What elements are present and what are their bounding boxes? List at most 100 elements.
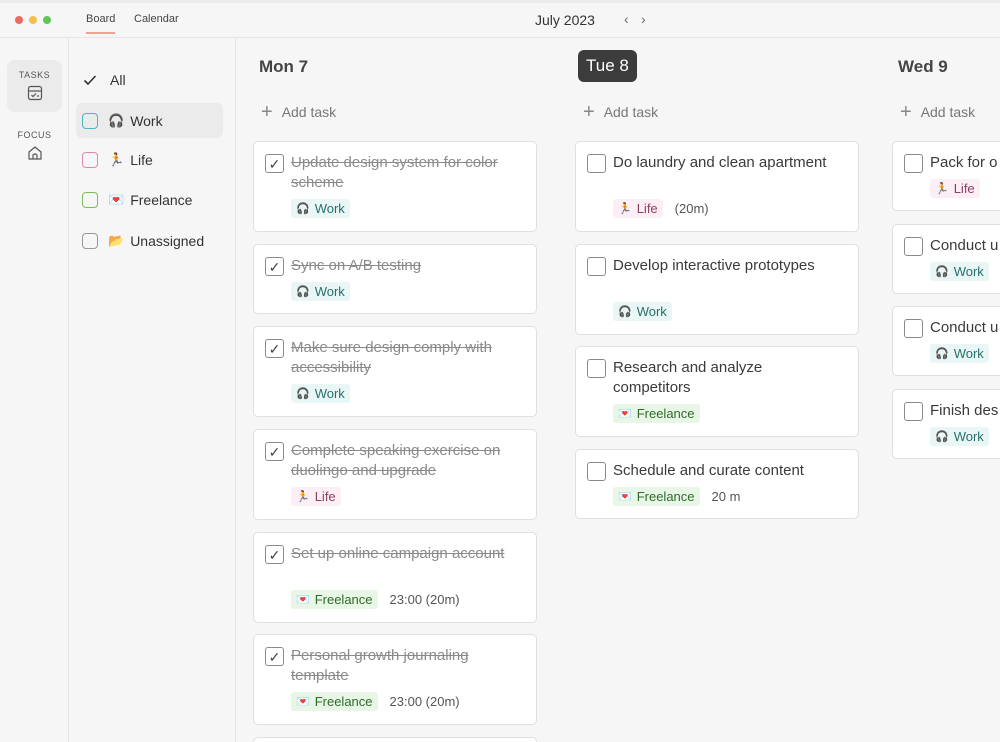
title-bar: Board Calendar July 2023 ‹ › bbox=[0, 0, 1000, 38]
task-checkbox[interactable] bbox=[587, 462, 606, 481]
rail-tasks-label: TASKS bbox=[18, 70, 51, 80]
unassigned-color-box bbox=[82, 232, 98, 249]
category-unassigned[interactable]: 📂 Unassigned bbox=[76, 223, 223, 258]
task-meta: 🏃 Life bbox=[930, 179, 980, 198]
tag-label: Work bbox=[314, 201, 345, 216]
checklist-icon bbox=[27, 85, 42, 101]
maximize-window-button[interactable] bbox=[43, 16, 51, 24]
headphones-icon: 🎧 bbox=[296, 203, 310, 215]
task-time: 20 m bbox=[711, 489, 741, 504]
minimize-window-button[interactable] bbox=[29, 16, 37, 24]
task-checkbox[interactable] bbox=[904, 402, 923, 421]
task-card[interactable]: ✓ Complete speaking exercise on duolingo… bbox=[253, 429, 537, 520]
task-title: Conduct u bbox=[930, 319, 999, 336]
task-meta: 🏃 Life bbox=[291, 487, 341, 506]
task-checkbox[interactable]: ✓ bbox=[265, 545, 284, 564]
task-checkbox[interactable] bbox=[587, 359, 606, 378]
category-life[interactable]: 🏃 Life bbox=[76, 142, 223, 177]
task-time: (20m) bbox=[674, 201, 709, 216]
category-freelance-label: Freelance bbox=[130, 191, 193, 208]
task-title: Pack for o bbox=[930, 154, 998, 171]
task-card[interactable]: Develop interactive prototypes 🎧 Work bbox=[575, 244, 859, 335]
tag-work: 🎧 Work bbox=[930, 262, 989, 281]
tag-work: 🎧 Work bbox=[291, 384, 350, 403]
category-freelance[interactable]: 💌 Freelance bbox=[76, 182, 223, 217]
check-icon bbox=[83, 74, 97, 85]
task-card[interactable]: ✓ Update design system for color scheme … bbox=[253, 141, 537, 232]
love-letter-icon: 💌 bbox=[296, 696, 310, 708]
rail-focus[interactable]: FOCUS bbox=[7, 120, 62, 172]
headphones-icon: 🎧 bbox=[935, 348, 949, 360]
task-title: Develop interactive prototypes bbox=[613, 257, 815, 274]
tag-work: 🎧 Work bbox=[291, 282, 350, 301]
task-meta: 💌 Freelance bbox=[613, 404, 700, 423]
task-title: Do laundry and clean apartment bbox=[613, 154, 827, 171]
add-task-button[interactable]: + Add task bbox=[261, 101, 336, 123]
task-title: Sync on A/B testing bbox=[291, 257, 422, 274]
task-checkbox[interactable]: ✓ bbox=[265, 154, 284, 173]
task-title: Personal growth journaling template bbox=[291, 647, 469, 684]
category-all[interactable]: All bbox=[76, 62, 223, 97]
category-work-label: Work bbox=[130, 112, 163, 129]
task-checkbox[interactable] bbox=[587, 154, 606, 173]
task-checkbox[interactable]: ✓ bbox=[265, 339, 284, 358]
task-title: Set up online campaign account bbox=[291, 545, 505, 562]
task-card[interactable]: Do laundry and clean apartment 🏃 Life (20… bbox=[575, 141, 859, 232]
add-task-button[interactable]: + Add task bbox=[583, 101, 658, 123]
window-controls bbox=[15, 16, 51, 24]
tag-work: 🎧 Work bbox=[930, 344, 989, 363]
task-card[interactable]: ✓ Set up online campaign account 💌 Freela… bbox=[253, 532, 537, 623]
task-checkbox[interactable]: ✓ bbox=[265, 647, 284, 666]
tag-label: Life bbox=[314, 489, 336, 504]
category-life-label: Life bbox=[130, 151, 153, 168]
task-card[interactable]: Conduct u 🎧 Work bbox=[892, 306, 1000, 376]
task-meta: 💌 Freelance 23:00 (20m) bbox=[291, 590, 460, 609]
tab-calendar[interactable]: Calendar bbox=[134, 13, 179, 32]
plus-icon: + bbox=[261, 101, 273, 123]
task-time: 23:00 (20m) bbox=[389, 694, 460, 709]
tab-board[interactable]: Board bbox=[86, 13, 116, 34]
runner-icon: 🏃 bbox=[108, 151, 125, 167]
task-card[interactable]: ✓ Make sure design comply with accessibi… bbox=[253, 326, 537, 417]
task-card[interactable]: Finish des 🎧 Work bbox=[892, 389, 1000, 459]
plus-icon: + bbox=[583, 101, 595, 123]
category-work[interactable]: 🎧 Work bbox=[76, 103, 223, 138]
task-card[interactable]: ✓ Sync on A/B testing 🎧 Work bbox=[253, 244, 537, 314]
task-card[interactable]: Pack for o 🏃 Life bbox=[892, 141, 1000, 211]
task-meta: 🎧 Work bbox=[291, 199, 350, 218]
runner-icon: 🏃 bbox=[618, 203, 632, 215]
task-card[interactable]: ✓ Personal growth journaling template 💌 F… bbox=[253, 634, 537, 725]
tag-label: Work bbox=[636, 304, 667, 319]
tag-label: Freelance bbox=[314, 592, 373, 607]
day-column-mon: Mon 7 + Add task ✓ Update design system f… bbox=[253, 38, 537, 742]
tag-label: Freelance bbox=[314, 694, 373, 709]
add-task-button[interactable]: + Add task bbox=[900, 102, 975, 122]
task-card-partial[interactable] bbox=[253, 737, 537, 742]
task-checkbox[interactable]: ✓ bbox=[265, 442, 284, 461]
next-month-button[interactable]: › bbox=[641, 11, 646, 27]
task-checkbox[interactable] bbox=[904, 237, 923, 256]
task-card[interactable]: Research and analyze competitors 💌 Freela… bbox=[575, 346, 859, 437]
top-strip bbox=[0, 0, 1000, 3]
close-window-button[interactable] bbox=[15, 16, 23, 24]
task-checkbox[interactable] bbox=[904, 154, 923, 173]
category-panel: All 🎧 Work 🏃 Life 💌 Freelance 📂 Unassign… bbox=[69, 38, 236, 742]
task-card[interactable]: Schedule and curate content 💌 Freelance 2… bbox=[575, 449, 859, 519]
task-checkbox[interactable]: ✓ bbox=[265, 257, 284, 276]
tag-work: 🎧 Work bbox=[291, 199, 350, 218]
task-title: Finish des bbox=[930, 402, 999, 419]
work-color-box bbox=[82, 112, 98, 129]
tag-life: 🏃 Life bbox=[930, 179, 980, 198]
tag-freelance: 💌 Freelance bbox=[613, 404, 700, 423]
task-meta: 🎧 Work bbox=[930, 262, 989, 281]
task-checkbox[interactable] bbox=[587, 257, 606, 276]
tag-label: Freelance bbox=[636, 406, 695, 421]
task-card[interactable]: Conduct u 🎧 Work bbox=[892, 224, 1000, 294]
rail-tasks[interactable]: TASKS bbox=[7, 60, 62, 112]
task-checkbox[interactable] bbox=[904, 319, 923, 338]
task-time: 23:00 (20m) bbox=[389, 592, 460, 607]
tag-label: Work bbox=[953, 346, 984, 361]
tag-life: 🏃 Life bbox=[291, 487, 341, 506]
prev-month-button[interactable]: ‹ bbox=[624, 11, 629, 27]
task-title: Update design system for color scheme bbox=[291, 154, 498, 191]
